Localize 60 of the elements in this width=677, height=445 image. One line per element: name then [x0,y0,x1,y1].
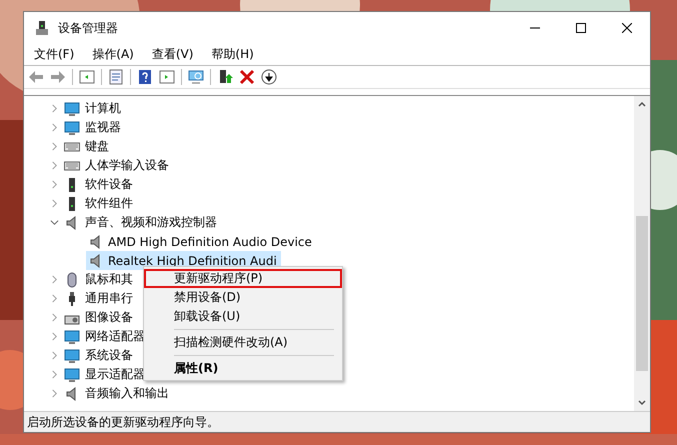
panel-icon[interactable] [79,69,95,85]
chevron-right-icon[interactable] [50,180,59,189]
tree-item[interactable]: 软件设备 [85,176,133,193]
monitor-icon [64,100,80,116]
tree-item[interactable]: 软件组件 [85,195,133,212]
help-icon[interactable] [137,69,153,85]
tree-item[interactable]: 系统设备 [85,347,133,364]
tree-item[interactable]: 人体学输入设备 [85,157,169,174]
tree-item[interactable]: 网络适配器 [85,328,145,345]
scrollbar-thumb[interactable] [636,216,648,371]
device-icon [34,20,50,36]
chevron-right-icon[interactable] [50,161,59,170]
menu-item[interactable]: 帮助(H) [205,46,260,63]
chevron-right-icon[interactable] [50,123,59,132]
chevron-right-icon[interactable] [50,104,59,113]
properties-icon[interactable] [108,69,124,85]
chevron-right-icon[interactable] [50,294,59,303]
chevron-right-icon[interactable] [50,389,59,398]
window-title: 设备管理器 [58,20,118,36]
scrollbar[interactable] [634,96,650,411]
tree-item[interactable]: 图像设备 [85,309,133,326]
menu-item[interactable]: 查看(V) [146,46,200,63]
chevron-right-icon[interactable] [50,275,59,284]
tree-item[interactable]: 显示适配器 [85,366,145,383]
chevron-right-icon[interactable] [50,370,59,379]
forward-arrow-icon[interactable] [50,69,66,85]
tree-item[interactable]: 音频输入和输出 [85,385,169,402]
tree-item[interactable]: 通用串行 [85,290,133,307]
menu-item[interactable]: 文件(F) [28,46,80,63]
delete-icon[interactable] [239,69,255,85]
download-icon[interactable] [261,69,277,85]
monitor-icon [64,120,80,136]
monitor-search-icon[interactable] [188,69,204,85]
close-icon [622,23,632,33]
chevron-right-icon[interactable] [50,332,59,341]
status-text: 启动所选设备的更新驱动程序向导。 [27,414,219,430]
tree-item[interactable]: 鼠标和其 [85,271,133,288]
maximize-icon [576,23,586,33]
chevron-right-icon[interactable] [50,351,59,360]
panel-icon[interactable] [159,69,175,85]
menu-item[interactable]: 卸载设备(U) [144,307,342,326]
chevron-down-icon[interactable] [50,218,59,227]
chevron-right-icon[interactable] [50,313,59,322]
monitor-icon [64,328,80,344]
tree-item[interactable]: 声音、视频和游戏控制器 [85,214,217,231]
monitor-icon [64,366,80,382]
menu-item[interactable]: 属性(R) [144,359,342,378]
menu-item[interactable]: 操作(A) [86,46,140,63]
back-arrow-icon[interactable] [28,69,44,85]
tree-item[interactable]: 计算机 [85,100,121,117]
tree-item[interactable]: 键盘 [85,138,109,155]
tree-item[interactable]: 监视器 [85,119,121,136]
monitor-icon [64,348,80,364]
menu-item[interactable]: 扫描检测硬件改动(A) [144,333,342,352]
menu-item[interactable]: 禁用设备(D) [144,288,342,307]
chevron-right-icon[interactable] [50,142,59,151]
update-driver-icon[interactable] [217,69,233,85]
tree-item[interactable]: AMD High Definition Audio Device [86,232,316,251]
menu-item[interactable]: 更新驱动程序(P) [144,269,342,288]
chevron-right-icon[interactable] [50,199,59,208]
